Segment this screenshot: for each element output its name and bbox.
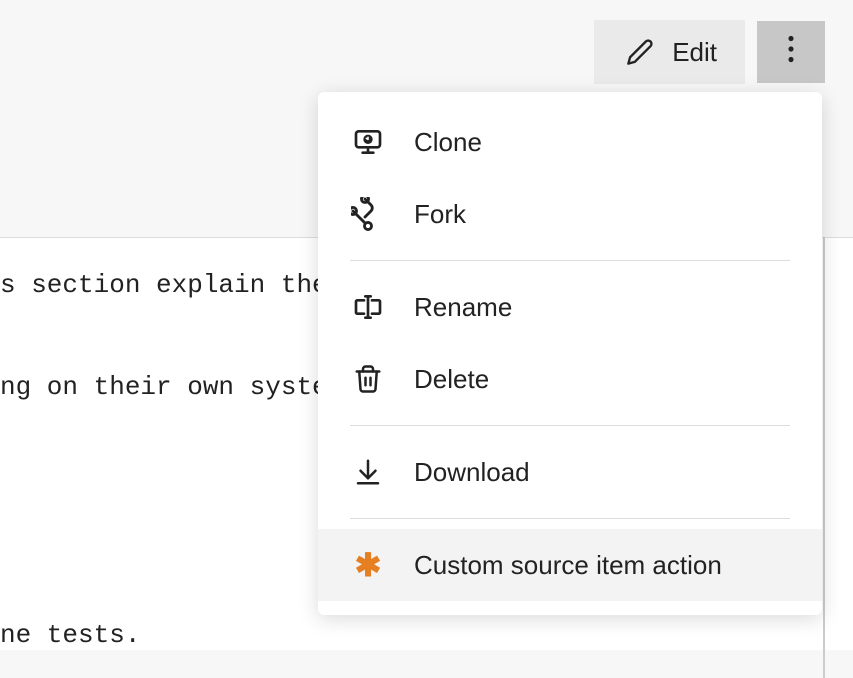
content-border: [823, 237, 825, 678]
menu-item-label: Fork: [414, 199, 466, 230]
more-actions-button[interactable]: [757, 21, 825, 83]
menu-item-rename[interactable]: Rename: [318, 271, 822, 343]
menu-item-download[interactable]: Download: [318, 436, 822, 508]
edit-button[interactable]: Edit: [594, 20, 745, 84]
menu-divider: [350, 425, 790, 426]
menu-item-fork[interactable]: Fork: [318, 178, 822, 250]
clone-icon: [350, 124, 386, 160]
menu-item-label: Rename: [414, 292, 512, 323]
content-text-line: ne tests.: [0, 620, 853, 650]
vertical-dots-icon: [787, 35, 795, 70]
menu-divider: [350, 260, 790, 261]
edit-button-label: Edit: [672, 37, 717, 68]
menu-item-clone[interactable]: Clone: [318, 106, 822, 178]
fork-icon: [350, 196, 386, 232]
menu-item-custom-action[interactable]: ✱ Custom source item action: [318, 529, 822, 601]
pencil-icon: [622, 34, 658, 70]
menu-item-label: Custom source item action: [414, 550, 722, 581]
menu-item-label: Clone: [414, 127, 482, 158]
menu-item-delete[interactable]: Delete: [318, 343, 822, 415]
rename-icon: [350, 289, 386, 325]
menu-item-label: Download: [414, 457, 530, 488]
download-icon: [350, 454, 386, 490]
toolbar: Edit: [594, 20, 825, 84]
star-icon: ✱: [350, 547, 386, 583]
trash-icon: [350, 361, 386, 397]
menu-item-label: Delete: [414, 364, 489, 395]
actions-dropdown-menu: Clone Fork Rename: [318, 92, 822, 615]
menu-divider: [350, 518, 790, 519]
